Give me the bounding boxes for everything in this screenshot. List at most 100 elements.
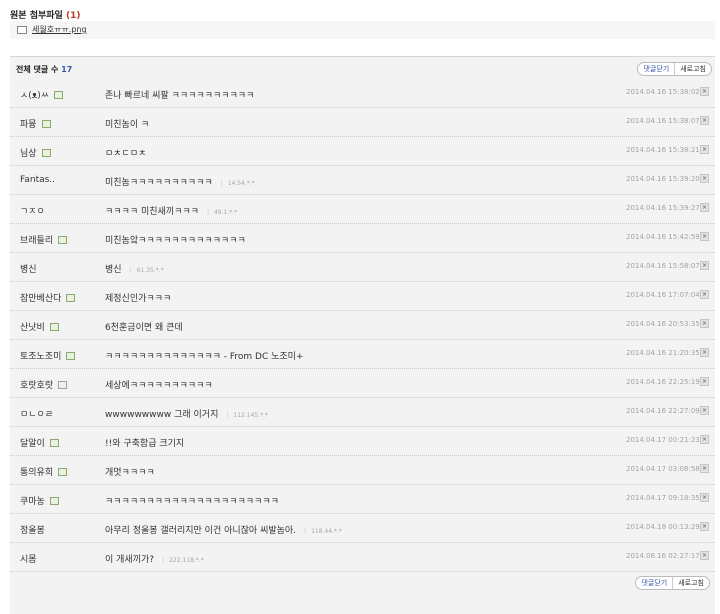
delete-comment-icon[interactable]: × (700, 493, 709, 502)
delete-comment-icon[interactable]: × (700, 145, 709, 154)
comment-controls-top: 댓글닫기 새로고침 (637, 62, 712, 76)
comment-author[interactable]: 잠만베산다 (20, 291, 76, 304)
comment-text: ㅋㅋㅋㅋㅋㅋㅋㅋㅋㅋㅋㅋㅋㅋ - From DC 노조미+ (105, 349, 304, 362)
gallery-member-icon (54, 91, 64, 99)
gallery-member-icon (49, 323, 59, 331)
comment-author[interactable]: 파뮹 (20, 117, 51, 130)
delete-comment-icon[interactable]: × (700, 87, 709, 96)
comment-author-name: 달알이 (20, 439, 45, 449)
delete-comment-icon[interactable]: × (700, 522, 709, 531)
gallery-member-icon (66, 352, 76, 360)
comment-body: ㅋㅋㅋㅋ 미친새끼ㅋㅋㅋ (105, 207, 199, 217)
delete-comment-icon[interactable]: × (700, 319, 709, 328)
comment-date: 2014.04.16 15:38:21 (626, 146, 700, 154)
fold-comments-button[interactable]: 댓글닫기 (636, 577, 674, 589)
comment-date: 2014.04.17 03:08:58 (626, 465, 700, 473)
comment-date: 2014.04.16 17:07:04 (626, 291, 700, 299)
comment-row: 토조노조미 ㅋㅋㅋㅋㅋㅋㅋㅋㅋㅋㅋㅋㅋㅋ - From DC 노조미+ 2014.0… (10, 340, 715, 369)
comment-date: 2014.04.16 21:20:35 (626, 349, 700, 357)
comment-row: 호랏호랏 세상에ㅋㅋㅋㅋㅋㅋㅋㅋㅋㅋ 2014.04.16 22:25:19 × (10, 369, 715, 398)
comment-author-name: 시몸 (20, 555, 37, 565)
comment-row: Fantas.. 미친놈ㅋㅋㅋㅋㅋㅋㅋㅋㅋㅋ 14.54.*.* 2014.04.16… (10, 166, 715, 195)
comment-date: 2014.04.17 09:18:35 (626, 494, 700, 502)
delete-comment-icon[interactable]: × (700, 116, 709, 125)
comment-date: 2014.04.16 20:53:35 (626, 320, 700, 328)
image-file-icon (17, 26, 27, 34)
comment-date: 2014.04.16 15:39:27 (626, 204, 700, 212)
comment-author[interactable]: 통의유희 (20, 465, 68, 478)
gallery-member-icon (49, 497, 59, 505)
comment-text: ㅋㅋㅋㅋ 미친새끼ㅋㅋㅋ 49.1.*.* (105, 204, 237, 217)
comment-author[interactable]: ㅅ(ᴥ)ㅆ (20, 88, 64, 101)
comment-text: 6천훈금이면 왜 큰데 (105, 320, 183, 333)
comment-text: 개멋ㅋㅋㅋㅋ (105, 465, 155, 478)
comment-author[interactable]: ㄱㅈㅇ (20, 204, 45, 217)
comment-author[interactable]: 쿠마농 (20, 494, 59, 507)
delete-comment-icon[interactable]: × (700, 290, 709, 299)
comment-date: 2014.04.16 22:27:09 (626, 407, 700, 415)
comment-author-name: ㄱㅈㅇ (20, 207, 45, 217)
comment-author[interactable]: 시몸 (20, 552, 37, 565)
delete-comment-icon[interactable]: × (700, 261, 709, 270)
comment-author[interactable]: ㅁㄴㅇㄹ (20, 407, 53, 420)
comment-author[interactable]: 호랏호랏 (20, 378, 68, 391)
comment-body: 6천훈금이면 왜 큰데 (105, 323, 183, 333)
delete-comment-icon[interactable]: × (700, 203, 709, 212)
delete-comment-icon[interactable]: × (700, 551, 709, 560)
comment-text: 아무리 정올봉 갤러리지만 이건 아니잖아 씨발놈아. 118.44.*.* (105, 523, 342, 536)
comment-body: 존나 빠르네 씨팔 ㅋㅋㅋㅋㅋㅋㅋㅋㅋㅋ (105, 91, 255, 101)
attachment-file-link[interactable]: 세월호ㅠㅠ.png (32, 24, 87, 35)
comment-author-name: ㅁㄴㅇㄹ (20, 410, 54, 420)
comment-date: 2014.04.16 22:25:19 (626, 378, 700, 386)
refresh-button[interactable]: 새로고침 (673, 577, 709, 589)
comment-text: 미친놈앜ㅋㅋㅋㅋㅋㅋㅋㅋㅋㅋㅋㅋㅋ (105, 233, 246, 246)
attachments-count: (1) (65, 11, 81, 21)
comment-author[interactable]: 병신 (20, 262, 37, 275)
comment-author[interactable]: 산낫비 (20, 320, 59, 333)
comment-date: 2014.04.16 15:39:20 (626, 175, 700, 183)
comment-text: wwwwwwwww 그래 이거지 112.145.*.* (105, 407, 268, 420)
comment-author-name: 병신 (20, 265, 37, 275)
comment-author[interactable]: 토조노조미 (20, 349, 76, 362)
comment-author-name: 쿠마농 (20, 497, 45, 507)
comment-list: ㅅ(ᴥ)ㅆ 존나 빠르네 씨팔 ㅋㅋㅋㅋㅋㅋㅋㅋㅋㅋ 2014.04.16 15:3… (10, 79, 715, 572)
delete-comment-icon[interactable]: × (700, 348, 709, 357)
delete-comment-icon[interactable]: × (700, 174, 709, 183)
comment-row: 쿠마농 ㅋㅋㅋㅋㅋㅋㅋㅋㅋㅋㅋㅋㅋㅋㅋㅋㅋㅋㅋㅋㅋ 2014.04.17 09:18… (10, 485, 715, 514)
comment-author-name: 정올봉 (20, 526, 45, 536)
gallery-member-icon (66, 294, 76, 302)
comment-text: ㅋㅋㅋㅋㅋㅋㅋㅋㅋㅋㅋㅋㅋㅋㅋㅋㅋㅋㅋㅋㅋ (105, 494, 279, 507)
comment-author[interactable]: 정올봉 (20, 523, 45, 536)
total-comments: 전체 댓글 수 17 (16, 64, 72, 75)
comment-author[interactable]: Fantas.. (20, 175, 55, 185)
delete-comment-icon[interactable]: × (700, 377, 709, 386)
comment-row: 병신 병신 61.35.*.* 2014.04.16 15:58:07× (10, 253, 715, 282)
comment-text: 이 개새끼가? 222.118.*.* (105, 552, 204, 565)
comment-author[interactable]: 브래들리 (20, 233, 68, 246)
comment-row: ㅅ(ᴥ)ㅆ 존나 빠르네 씨팔 ㅋㅋㅋㅋㅋㅋㅋㅋㅋㅋ 2014.04.16 15:3… (10, 79, 715, 108)
delete-comment-icon[interactable]: × (700, 232, 709, 241)
comment-row: 잠만베산다 제정신인가ㅋㅋㅋ 2014.04.16 17:07:04 × (10, 282, 715, 311)
comment-ip: 222.118.*.* (162, 557, 204, 564)
comment-body: 병신 (105, 265, 122, 275)
comment-author[interactable]: 달알이 (20, 436, 59, 449)
comment-body: 제정신인가ㅋㅋㅋ (105, 294, 172, 304)
comment-body: 미친놈앜ㅋㅋㅋㅋㅋㅋㅋㅋㅋㅋㅋㅋㅋ (105, 236, 246, 246)
comment-author-name: 토조노조미 (20, 352, 62, 362)
comments-section: 전체 댓글 수 17 댓글닫기 새로고침 ㅅ(ᴥ)ㅆ 존나 빠르네 씨팔 ㅋㅋㅋㅋ… (10, 56, 715, 614)
comment-date: 2014.04.18 00:13:29 (626, 523, 700, 531)
comment-body: 세상에ㅋㅋㅋㅋㅋㅋㅋㅋㅋㅋ (105, 381, 213, 391)
comment-body: wwwwwwwww 그래 이거지 (105, 410, 219, 420)
refresh-button[interactable]: 새로고침 (675, 63, 711, 75)
comment-date: 2014.08.16 02:27:17 (626, 552, 700, 560)
delete-comment-icon[interactable]: × (700, 406, 709, 415)
comment-row: 달알이 !!와 구축함급 크기지 2014.04.17 00:21:23 × (10, 427, 715, 456)
delete-comment-icon[interactable]: × (700, 464, 709, 473)
gallery-member-icon (49, 439, 59, 447)
delete-comment-icon[interactable]: × (700, 435, 709, 444)
comment-date: 2014.04.17 00:21:23 (626, 436, 700, 444)
fold-comments-button[interactable]: 댓글닫기 (638, 63, 676, 75)
comment-body: ㅋㅋㅋㅋㅋㅋㅋㅋㅋㅋㅋㅋㅋㅋㅋㅋㅋㅋㅋㅋㅋ (105, 497, 279, 507)
comment-author[interactable]: 님상 (20, 146, 51, 159)
comment-body: 미친놈이 ㅋ (105, 120, 150, 130)
